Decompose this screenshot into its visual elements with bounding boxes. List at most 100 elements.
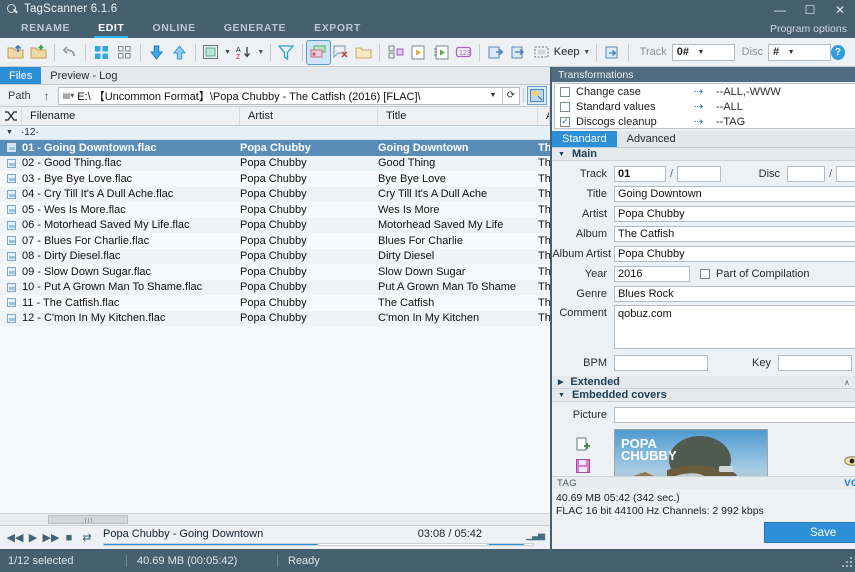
chevron-down-icon[interactable]: ▼ — [6, 129, 13, 136]
keep-label[interactable]: Keep — [553, 46, 582, 58]
add-folder-icon[interactable] — [4, 41, 27, 64]
disc-mask-combo[interactable]: # ▼ — [767, 43, 831, 61]
track-mask-combo[interactable]: 0# ▼ — [671, 43, 735, 61]
repeat-icon[interactable]: ⇄ — [78, 529, 96, 547]
close-button[interactable]: ✕ — [825, 0, 855, 20]
volume-slider[interactable] — [488, 542, 534, 546]
add-files-icon[interactable] — [27, 41, 50, 64]
refresh-icon[interactable]: ⟳ — [503, 86, 520, 105]
export-tags-icon[interactable] — [507, 41, 530, 64]
group-row[interactable]: ▼ ·12· — [0, 126, 550, 140]
table-row[interactable]: 05 - Wes Is More.flac Popa Chubby Wes Is M… — [0, 202, 550, 218]
keep-tags-icon[interactable] — [530, 41, 553, 64]
tab-generate[interactable]: GENERATE — [210, 22, 300, 38]
rewind-icon[interactable]: ◀◀ — [6, 529, 24, 547]
tag-from-filename-icon[interactable] — [305, 39, 331, 65]
select-none-icon[interactable] — [113, 41, 136, 64]
maximize-button[interactable]: ☐ — [795, 0, 825, 20]
move-up-icon[interactable] — [168, 41, 191, 64]
autonumber-icon[interactable]: 123 — [453, 41, 476, 64]
chevron-down-icon[interactable]: ▼ — [486, 92, 500, 99]
tab-export[interactable]: EXPORT — [300, 22, 375, 38]
table-row[interactable]: 04 - Cry Till It's A Dull Ache.flac Popa … — [0, 186, 550, 202]
tab-standard[interactable]: Standard — [552, 131, 617, 147]
view-mode-icon[interactable] — [200, 41, 223, 64]
rename-icon[interactable] — [601, 41, 624, 64]
playlist-icon[interactable] — [384, 41, 407, 64]
table-row[interactable]: 08 - Dirty Diesel.flac Popa Chubby Dirty D… — [0, 248, 550, 264]
save-button[interactable]: Save — [764, 522, 855, 543]
track-input[interactable]: 01 — [614, 165, 666, 182]
table-row[interactable]: 02 - Good Thing.flac Popa Chubby Good Thin… — [0, 155, 550, 171]
artist-input[interactable]: Popa Chubby — [614, 205, 855, 222]
album-input[interactable]: The Catfish — [614, 225, 855, 242]
bpm-input[interactable] — [614, 354, 708, 371]
disc-input[interactable] — [787, 165, 826, 182]
column-header-title[interactable]: Title — [378, 107, 538, 125]
picture-input[interactable] — [614, 406, 855, 423]
tab-files[interactable]: Files — [0, 67, 42, 84]
fast-forward-icon[interactable]: ▶▶ — [42, 529, 60, 547]
file-export-icon[interactable] — [407, 41, 430, 64]
disc-total-input[interactable] — [836, 165, 855, 182]
stop-icon[interactable]: ■ — [60, 529, 78, 547]
path-input[interactable]: ▤▾ E:\ 【Uncommon Format】\Popa Chubby - T… — [57, 86, 503, 105]
move-down-icon[interactable] — [145, 41, 168, 64]
tab-edit[interactable]: EDIT — [84, 22, 138, 38]
chevron-down-icon[interactable]: ▼ — [693, 45, 709, 60]
table-row[interactable]: 09 - Slow Down Sugar.flac Popa Chubby Slow… — [0, 264, 550, 280]
compilation-checkbox[interactable] — [700, 268, 710, 279]
help-button[interactable]: ? — [830, 44, 846, 60]
table-row[interactable]: 01 - Going Downtown.flac Popa Chubby Going… — [0, 140, 550, 156]
sort-dropdown-icon[interactable]: ▼ — [256, 41, 266, 64]
section-header-covers[interactable]: ▼ Embedded covers — [552, 389, 855, 402]
select-all-icon[interactable] — [90, 41, 113, 64]
key-input[interactable] — [778, 354, 852, 371]
genre-combo[interactable]: Blues Rock ▼ — [614, 285, 855, 302]
title-input[interactable]: Going Downtown — [614, 185, 855, 202]
compilation-row[interactable]: Part of Compilation — [700, 268, 810, 280]
section-header-extended[interactable]: ▶ Extended ∧ ∨ ••• — [552, 376, 855, 389]
year-input[interactable]: 2016 — [614, 265, 690, 282]
change-case-checkbox[interactable] — [560, 86, 570, 97]
add-cover-icon[interactable] — [576, 437, 591, 454]
file-import-icon[interactable] — [430, 41, 453, 64]
undo-icon[interactable] — [59, 41, 82, 64]
table-row[interactable]: 07 - Blues For Charlie.flac Popa Chubby Bl… — [0, 233, 550, 249]
resize-grip[interactable] — [840, 555, 852, 567]
transformation-row[interactable]: Discogs cleanup ⇢ --TAG — [555, 114, 855, 128]
comment-input[interactable]: qobuz.com ▲ ▼ — [614, 305, 855, 349]
table-row[interactable]: 12 - C'mon In My Kitchen.flac Popa Chubby… — [0, 310, 550, 326]
transformation-row[interactable]: Change case ⇢ --ALL,-WWW — [555, 84, 855, 99]
tab-online[interactable]: ONLINE — [138, 22, 209, 38]
move-up-icon[interactable]: ∧ — [844, 378, 850, 387]
minimize-button[interactable]: — — [765, 0, 795, 20]
track-total-input[interactable] — [677, 165, 722, 182]
clear-tag-icon[interactable] — [330, 41, 353, 64]
transformation-row[interactable]: Standard values ⇢ --ALL — [555, 99, 855, 114]
eye-icon[interactable] — [844, 456, 855, 469]
save-cover-icon[interactable] — [576, 459, 590, 475]
discogs-cleanup-checkbox[interactable] — [560, 116, 570, 127]
tab-preview-log[interactable]: Preview - Log — [41, 67, 126, 84]
program-options-link[interactable]: Program options — [770, 23, 847, 35]
table-row[interactable]: 03 - Bye Bye Love.flac Popa Chubby Bye Bye… — [0, 171, 550, 187]
horizontal-scrollbar[interactable] — [0, 513, 550, 525]
transformations-list[interactable]: Change case ⇢ --ALL,-WWW Standard values… — [554, 83, 855, 129]
seek-slider[interactable] — [103, 542, 488, 546]
column-header-filename[interactable]: Filename — [22, 107, 240, 125]
album-artist-input[interactable]: Popa Chubby — [614, 245, 855, 262]
keep-dropdown-icon[interactable]: ▼ — [581, 41, 591, 64]
section-header-main[interactable]: ▼ Main — [552, 148, 855, 161]
filter-icon[interactable] — [275, 41, 298, 64]
view-mode-dropdown-icon[interactable]: ▼ — [222, 41, 232, 64]
folder-icon[interactable] — [352, 41, 375, 64]
table-row[interactable]: 06 - Motorhead Saved My Life.flac Popa Ch… — [0, 217, 550, 233]
tab-advanced[interactable]: Advanced — [617, 131, 686, 147]
arrow-up-icon[interactable]: ↑ — [38, 89, 56, 103]
shuffle-icon[interactable] — [0, 107, 22, 125]
import-tags-icon[interactable] — [484, 41, 507, 64]
scrollbar-thumb[interactable] — [48, 515, 128, 524]
play-icon[interactable]: ▶ — [24, 529, 42, 547]
chevron-down-icon[interactable]: ▼ — [783, 45, 799, 60]
